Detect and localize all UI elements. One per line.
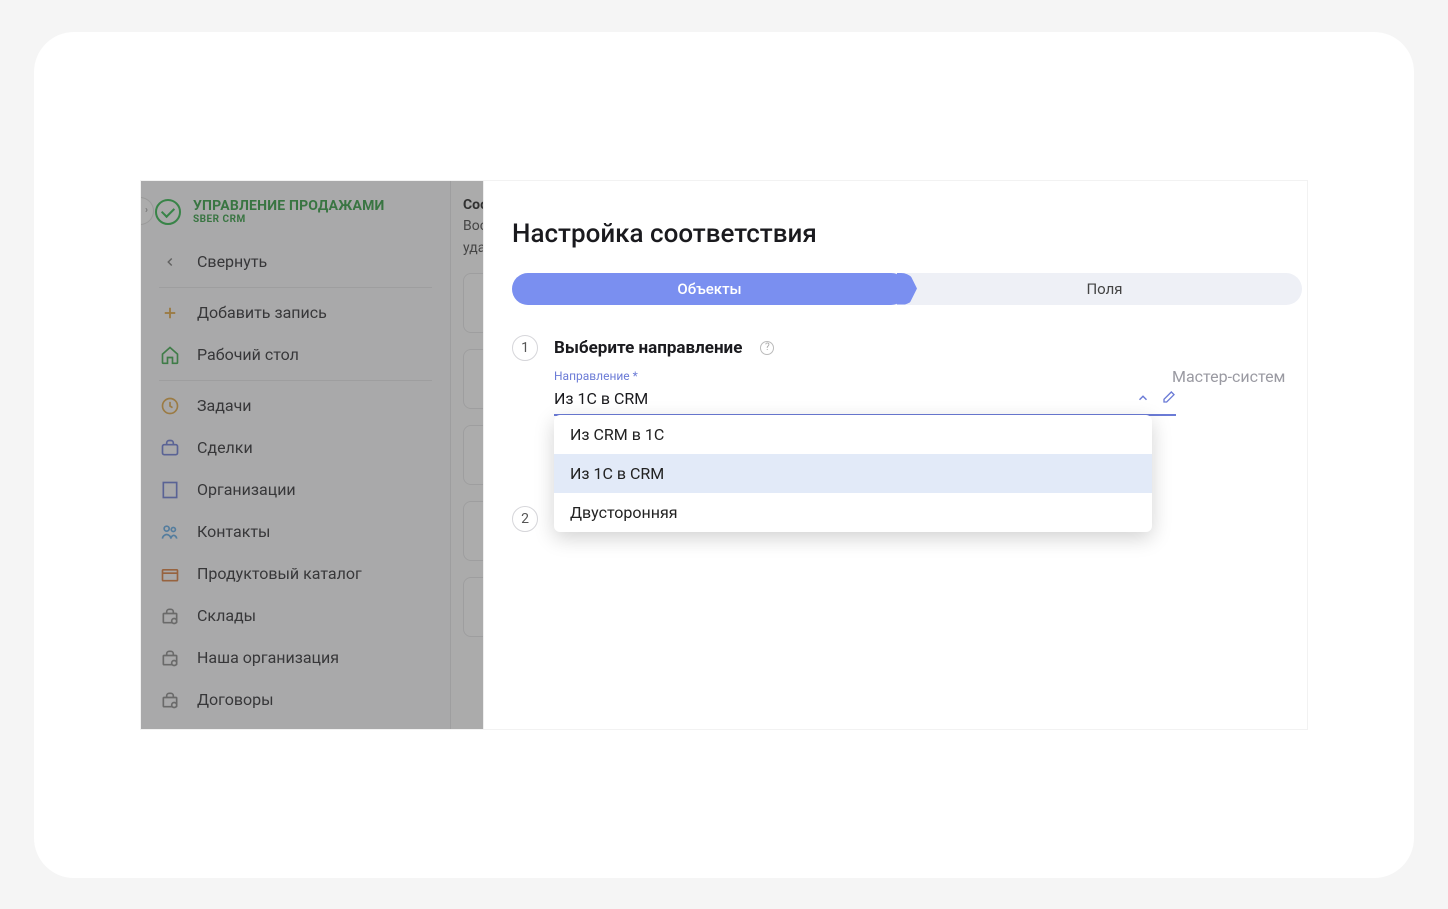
help-icon[interactable]: ?	[760, 341, 774, 355]
step-1-header: 1 Выберите направление ?	[512, 335, 1307, 361]
tabbar: Объекты Поля	[512, 273, 1302, 305]
contract-icon	[159, 689, 181, 711]
chevron-up-icon	[1136, 391, 1150, 405]
briefcase-icon	[159, 437, 181, 459]
nav-label: Добавить запись	[197, 303, 327, 322]
tab-label: Объекты	[677, 280, 741, 298]
logo: УПРАВЛЕНИЕ ПРОДАЖАМИ SBER CRM	[141, 195, 450, 235]
logo-title: УПРАВЛЕНИЕ ПРОДАЖАМИ	[193, 199, 385, 214]
logo-icon	[155, 199, 181, 225]
nav-tasks[interactable]: Задачи	[141, 385, 450, 427]
nav-our-organization[interactable]: Наша организация	[141, 637, 450, 679]
nav-desktop[interactable]: Рабочий стол	[141, 334, 450, 376]
step-number: 1	[512, 335, 538, 361]
select-value: Из 1С в CRM	[554, 389, 648, 408]
nav-product-catalog[interactable]: Продуктовый каталог	[141, 553, 450, 595]
divider	[159, 287, 432, 288]
master-system-label: Мастер-систем	[1172, 367, 1285, 386]
nav-list: Свернуть Добавить запись Рабочий стол	[141, 241, 450, 729]
edit-icon[interactable]	[1160, 390, 1176, 406]
tab-objects[interactable]: Объекты	[512, 273, 907, 305]
clock-icon	[159, 395, 181, 417]
dropdown-option[interactable]: Из 1С в CRM	[554, 454, 1152, 493]
tab-label: Поля	[1086, 280, 1122, 298]
logo-subtitle: SBER CRM	[193, 214, 385, 225]
nav-label: Рабочий стол	[197, 345, 299, 364]
org-icon	[159, 647, 181, 669]
plus-icon	[159, 302, 181, 324]
nav-label: Свернуть	[197, 252, 267, 271]
nav-add-record[interactable]: Добавить запись	[141, 292, 450, 334]
box-icon	[159, 563, 181, 585]
field-label: Направление *	[554, 369, 1176, 383]
dropdown-option[interactable]: Из CRM в 1С	[554, 415, 1152, 454]
direction-select[interactable]: Из 1С в CRM	[554, 385, 1176, 416]
nav-label: Задачи	[197, 396, 252, 415]
nav-contracts[interactable]: Договоры	[141, 679, 450, 721]
nav-label: Наша организация	[197, 648, 339, 667]
nav-contacts[interactable]: Контакты	[141, 511, 450, 553]
step-number: 2	[512, 506, 538, 532]
nav-label: Договоры	[197, 690, 274, 709]
outer-card: › УПРАВЛЕНИЕ ПРОДАЖАМИ SBER CRM Свернуть	[34, 32, 1414, 878]
mapping-modal: Настройка соответствия Объекты Поля 1 Вы…	[483, 181, 1307, 729]
step-title: Выберите направление	[554, 338, 742, 358]
nav-warehouses[interactable]: Склады	[141, 595, 450, 637]
nav-collapse[interactable]: Свернуть	[141, 241, 450, 283]
home-icon	[159, 344, 181, 366]
nav-label: Склады	[197, 606, 256, 625]
nav-organizations[interactable]: Организации	[141, 469, 450, 511]
direction-dropdown: Из CRM в 1С Из 1С в CRM Двусторонняя	[554, 415, 1152, 532]
modal-title: Настройка соответствия	[512, 219, 1307, 249]
nav-label: Организации	[197, 480, 296, 499]
app-window: › УПРАВЛЕНИЕ ПРОДАЖАМИ SBER CRM Свернуть	[141, 181, 1307, 729]
nav-deals[interactable]: Сделки	[141, 427, 450, 469]
dropdown-option[interactable]: Двусторонняя	[554, 493, 1152, 532]
tab-fields[interactable]: Поля	[907, 273, 1302, 305]
sidebar: › УПРАВЛЕНИЕ ПРОДАЖАМИ SBER CRM Свернуть	[141, 181, 451, 729]
users-icon	[159, 521, 181, 543]
building-icon	[159, 479, 181, 501]
nav-price-type-1c[interactable]: Вид цены 1С	[141, 721, 450, 729]
divider	[159, 380, 432, 381]
direction-field: Направление * Из 1С в CRM Из CRM в 1С	[554, 369, 1176, 416]
nav-label: Продуктовый каталог	[197, 564, 362, 583]
warehouse-icon	[159, 605, 181, 627]
chevron-left-icon	[159, 251, 181, 273]
nav-label: Контакты	[197, 522, 270, 541]
nav-label: Сделки	[197, 438, 253, 457]
